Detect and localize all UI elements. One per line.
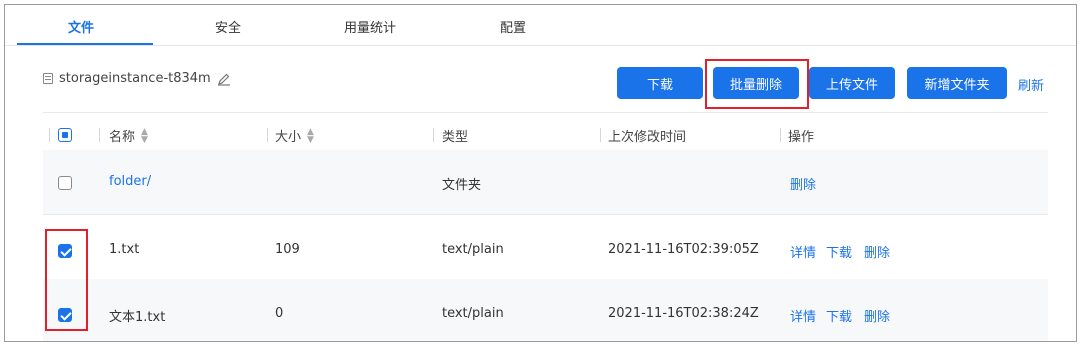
column-separator — [99, 128, 100, 142]
file-name-link[interactable]: folder/ — [109, 174, 151, 189]
file-type: text/plain — [442, 306, 504, 321]
batch-delete-button[interactable]: 批量删除 — [713, 67, 799, 99]
column-separator — [600, 128, 601, 142]
toolbar-divider — [43, 112, 1048, 113]
download-button[interactable]: 下载 — [617, 67, 703, 99]
tab-files[interactable]: 文件 — [68, 17, 94, 36]
details-link[interactable]: 详情 — [790, 242, 816, 261]
pencil-icon[interactable] — [217, 72, 231, 86]
file-type: 文件夹 — [442, 178, 482, 193]
tab-config[interactable]: 配置 — [500, 17, 526, 36]
sort-icon[interactable]: ▲ ▼ — [141, 127, 148, 144]
details-link[interactable]: 详情 — [790, 306, 816, 325]
new-folder-button[interactable]: 新增文件夹 — [907, 67, 1007, 99]
database-icon — [43, 73, 53, 84]
upload-file-button[interactable]: 上传文件 — [809, 67, 895, 99]
download-link[interactable]: 下载 — [826, 306, 852, 325]
row-checkbox[interactable] — [58, 308, 72, 322]
table-row: folder/ 文件夹 删除 — [43, 150, 1048, 214]
table-row: 1.txt 109 text/plain 2021-11-16T02:39:05… — [43, 215, 1048, 279]
tab-security[interactable]: 安全 — [215, 17, 241, 36]
instance-name: storageinstance-t834m — [59, 71, 211, 86]
active-tab-indicator — [17, 43, 153, 45]
column-header-name[interactable]: 名称 ▲ ▼ — [109, 126, 148, 145]
delete-link[interactable]: 删除 — [864, 242, 890, 261]
file-type: text/plain — [442, 242, 504, 257]
column-separator — [433, 128, 434, 142]
file-modified: 2021-11-16T02:38:24Z — [608, 306, 759, 321]
file-size: 109 — [275, 242, 300, 257]
file-size: 0 — [275, 306, 284, 321]
refresh-link[interactable]: 刷新 — [1018, 75, 1044, 94]
file-name[interactable]: 1.txt — [109, 242, 139, 257]
instance-header: storageinstance-t834m — [43, 71, 231, 86]
column-separator — [49, 128, 50, 142]
column-separator — [780, 128, 781, 142]
column-header-type: 类型 — [442, 130, 469, 145]
column-separator — [267, 128, 268, 142]
column-header-actions: 操作 — [788, 130, 815, 145]
file-name[interactable]: 文本1.txt — [109, 306, 165, 325]
delete-link[interactable]: 删除 — [790, 174, 816, 193]
row-checkbox[interactable] — [58, 176, 72, 190]
tab-usage[interactable]: 用量统计 — [344, 17, 396, 36]
column-header-modified: 上次修改时间 — [608, 130, 687, 145]
select-all-checkbox[interactable] — [58, 128, 72, 142]
column-header-size[interactable]: 大小 ▲ ▼ — [275, 126, 314, 145]
sort-icon[interactable]: ▲ ▼ — [307, 127, 314, 144]
delete-link[interactable]: 删除 — [864, 306, 890, 325]
file-modified: 2021-11-16T02:39:05Z — [608, 242, 759, 257]
table-row: 文本1.txt 0 text/plain 2021-11-16T02:38:24… — [43, 279, 1048, 341]
download-link[interactable]: 下载 — [826, 242, 852, 261]
file-manager-panel: 文件 安全 用量统计 配置 storageinstance-t834m 下载 批… — [4, 4, 1077, 342]
tab-bar: 文件 安全 用量统计 配置 — [5, 5, 1076, 46]
row-checkbox[interactable] — [58, 244, 72, 258]
